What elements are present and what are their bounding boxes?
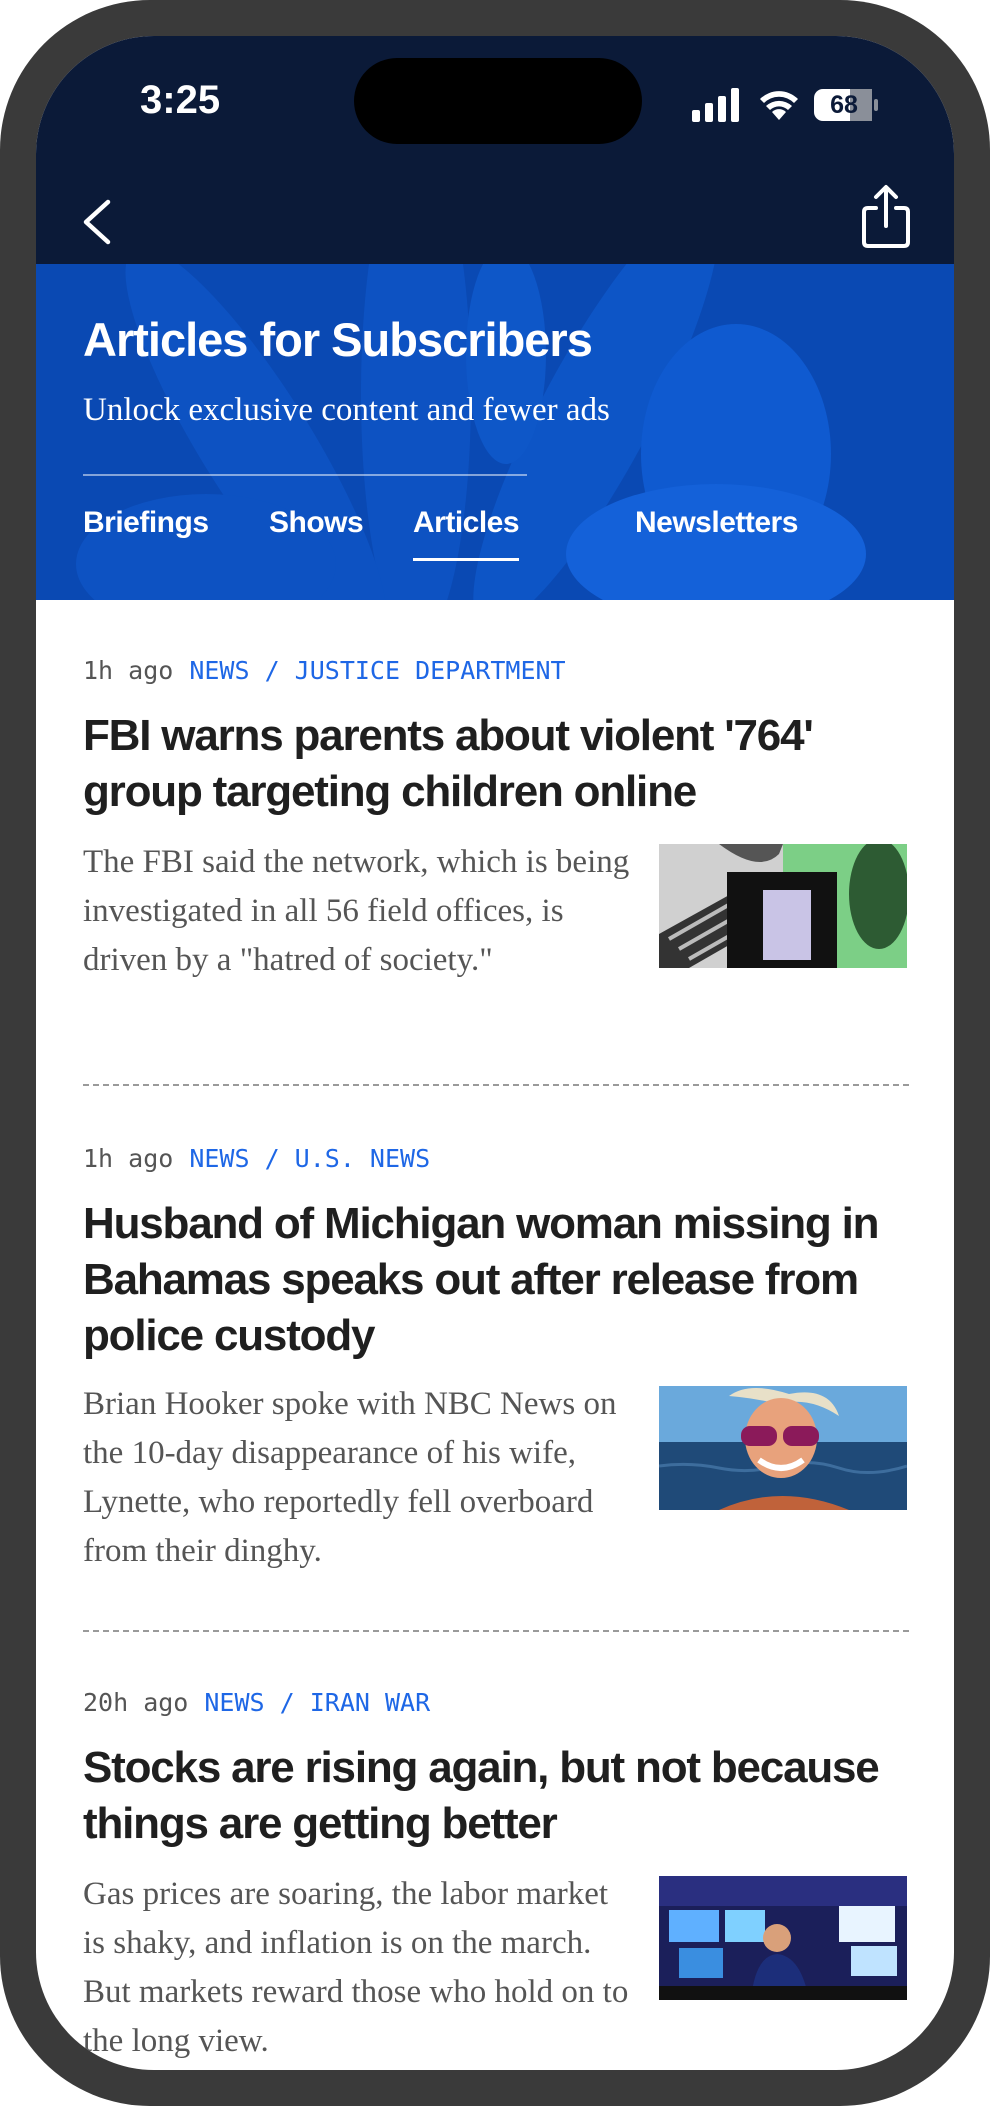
article-time-ago: 20h ago (83, 1688, 189, 1717)
article-time-ago: 1h ago (83, 656, 174, 685)
back-chevron-icon[interactable] (72, 194, 122, 250)
article-meta: 1h ago NEWS / JUSTICE DEPARTMENT (83, 656, 566, 685)
article-thumbnail[interactable] (659, 1386, 907, 1510)
page-title: Articles for Subscribers (83, 313, 593, 366)
tab-articles[interactable]: Articles (413, 506, 520, 561)
article-time-ago: 1h ago (83, 1144, 174, 1173)
status-icons: 68 (692, 88, 912, 122)
dynamic-island (354, 58, 642, 144)
share-icon[interactable] (858, 184, 914, 250)
article-meta: 20h ago NEWS / IRAN WAR (83, 1688, 430, 1717)
thumbnail-image-trading-floor (659, 1876, 907, 2000)
article-summary: Gas prices are soaring, the labor market… (83, 1876, 629, 2059)
thumbnail-image-laptop-keyboard (659, 844, 907, 968)
wifi-icon (760, 91, 798, 120)
tab-briefings[interactable]: Briefings (83, 506, 209, 540)
thumbnail-image-woman-at-sea (659, 1386, 907, 1510)
article-headline[interactable]: Stocks are rising again, but not because… (83, 1740, 909, 1852)
subscriber-hero: Articles for Subscribers Unlock exclusiv… (36, 264, 954, 600)
article-divider (83, 1630, 909, 1632)
article-divider (83, 1084, 909, 1086)
page-subtitle: Unlock exclusive content and fewer ads (83, 392, 610, 428)
article-category[interactable]: NEWS / JUSTICE DEPARTMENT (189, 656, 565, 685)
cellular-signal-icon (692, 88, 739, 122)
article-item[interactable]: 1h ago NEWS / JUSTICE DEPARTMENT FBI warn… (83, 656, 909, 1076)
article-summary: Brian Hooker spoke with NBC News on the … (83, 1386, 617, 1569)
status-bar: 3:25 68 (36, 36, 954, 176)
hero-divider (83, 474, 527, 476)
status-time: 3:25 (140, 78, 221, 122)
article-category[interactable]: NEWS / IRAN WAR (204, 1688, 430, 1717)
article-summary: The FBI said the network, which is being… (83, 844, 630, 978)
article-category[interactable]: NEWS / U.S. NEWS (189, 1144, 430, 1173)
article-item[interactable]: 20h ago NEWS / IRAN WAR Stocks are rising… (83, 1688, 909, 2070)
article-headline[interactable]: FBI warns parents about violent '764' gr… (83, 708, 909, 820)
tab-shows[interactable]: Shows (269, 506, 364, 540)
article-thumbnail[interactable] (659, 1876, 907, 2000)
article-headline[interactable]: Husband of Michigan woman missing in Bah… (83, 1196, 909, 1364)
app-screen: 3:25 68 Articles for Subscribers Unlock … (36, 36, 954, 2070)
nav-bar (36, 176, 954, 264)
article-item[interactable]: 1h ago NEWS / U.S. NEWS Husband of Michig… (83, 1144, 909, 1614)
phone-frame: 3:25 68 Articles for Subscribers Unlock … (0, 0, 990, 2106)
battery-level: 68 (830, 91, 858, 119)
article-meta: 1h ago NEWS / U.S. NEWS (83, 1144, 430, 1173)
article-thumbnail[interactable] (659, 844, 907, 968)
tab-newsletters[interactable]: Newsletters (635, 506, 798, 540)
